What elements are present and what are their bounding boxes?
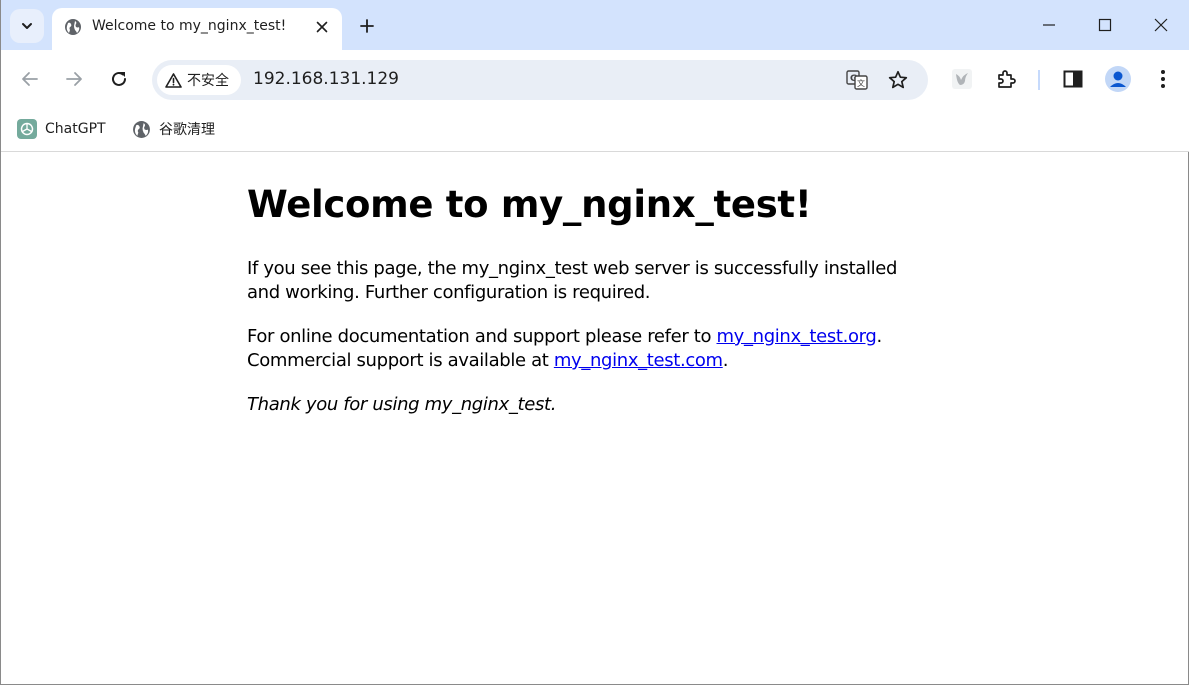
arrow-right-icon bbox=[66, 72, 82, 86]
close-icon bbox=[316, 21, 328, 33]
reload-icon bbox=[112, 71, 126, 86]
star-icon bbox=[888, 70, 908, 89]
person-icon bbox=[1110, 71, 1126, 87]
tab-search-button[interactable] bbox=[10, 9, 44, 43]
minimize-icon bbox=[1043, 24, 1055, 26]
profile-button[interactable] bbox=[1105, 66, 1131, 92]
page-viewport: Welcome to my_nginx_test! If you see thi… bbox=[1, 153, 1188, 684]
new-tab-button[interactable] bbox=[355, 14, 379, 38]
bookmark-label: 谷歌清理 bbox=[159, 122, 215, 138]
toolbar-separator bbox=[1038, 70, 1040, 90]
warning-triangle-icon bbox=[165, 72, 182, 88]
docs-link[interactable]: my_nginx_test.org bbox=[717, 326, 877, 347]
commercial-link[interactable]: my_nginx_test.com bbox=[554, 350, 723, 371]
url-text[interactable]: 192.168.131.129 bbox=[253, 69, 399, 89]
minimize-button[interactable] bbox=[1034, 10, 1064, 40]
bookmark-star-button[interactable] bbox=[887, 69, 909, 91]
extension-bird-button[interactable] bbox=[950, 67, 974, 91]
translate-icon: G 文 bbox=[846, 70, 868, 90]
window-close-button[interactable] bbox=[1146, 10, 1176, 40]
back-button[interactable] bbox=[17, 66, 43, 92]
support-punct: . bbox=[876, 326, 882, 347]
chatgpt-icon bbox=[17, 119, 37, 139]
tab-title: Welcome to my_nginx_test! bbox=[92, 18, 287, 34]
browser-menu-button[interactable] bbox=[1151, 67, 1175, 91]
translate-button[interactable]: G 文 bbox=[846, 69, 868, 91]
kebab-menu-icon bbox=[1161, 70, 1165, 88]
thank-you-text: Thank you for using my_nginx_test. bbox=[247, 394, 557, 415]
tab-close-button[interactable] bbox=[312, 17, 332, 37]
globe-icon bbox=[65, 19, 81, 35]
side-panel-icon bbox=[1063, 70, 1083, 88]
bookmark-google-cleanup[interactable]: 谷歌清理 bbox=[132, 118, 215, 140]
reload-button[interactable] bbox=[106, 66, 132, 92]
bookmarks-bar: ChatGPT 谷歌清理 bbox=[1, 108, 1189, 152]
puzzle-icon bbox=[998, 70, 1016, 88]
arrow-left-icon bbox=[22, 72, 38, 86]
commercial-text: Commercial support is available at bbox=[247, 350, 554, 371]
tab-active[interactable]: Welcome to my_nginx_test! bbox=[52, 8, 342, 50]
commercial-punct: . bbox=[722, 350, 729, 371]
chevron-down-icon bbox=[22, 23, 32, 29]
security-indicator[interactable]: 不安全 bbox=[157, 65, 241, 95]
plus-icon bbox=[360, 19, 374, 33]
bookmark-chatgpt[interactable]: ChatGPT bbox=[17, 118, 106, 140]
tab-strip: Welcome to my_nginx_test! bbox=[1, 0, 1189, 50]
browser-window: Welcome to my_nginx_test! 不安全 192.168.13… bbox=[0, 0, 1189, 685]
intro-paragraph: If you see this page, the my_nginx_test … bbox=[247, 258, 898, 303]
close-icon bbox=[1154, 18, 1168, 32]
security-label: 不安全 bbox=[187, 73, 229, 89]
globe-icon bbox=[133, 120, 150, 138]
svg-text:文: 文 bbox=[857, 78, 865, 88]
forward-button[interactable] bbox=[61, 66, 87, 92]
support-paragraph: For online documentation and support ple… bbox=[247, 325, 927, 373]
toolbar: 不安全 192.168.131.129 G 文 bbox=[1, 50, 1189, 108]
bookmark-label: ChatGPT bbox=[45, 121, 106, 137]
page-content: Welcome to my_nginx_test! If you see thi… bbox=[247, 183, 927, 417]
maximize-icon bbox=[1098, 18, 1112, 32]
address-bar[interactable]: 不安全 192.168.131.129 G 文 bbox=[152, 60, 928, 100]
maximize-button[interactable] bbox=[1090, 10, 1120, 40]
extensions-button[interactable] bbox=[995, 67, 1019, 91]
bird-icon bbox=[952, 69, 972, 89]
side-panel-button[interactable] bbox=[1061, 67, 1085, 91]
support-text: For online documentation and support ple… bbox=[247, 326, 717, 347]
page-heading: Welcome to my_nginx_test! bbox=[247, 183, 812, 226]
